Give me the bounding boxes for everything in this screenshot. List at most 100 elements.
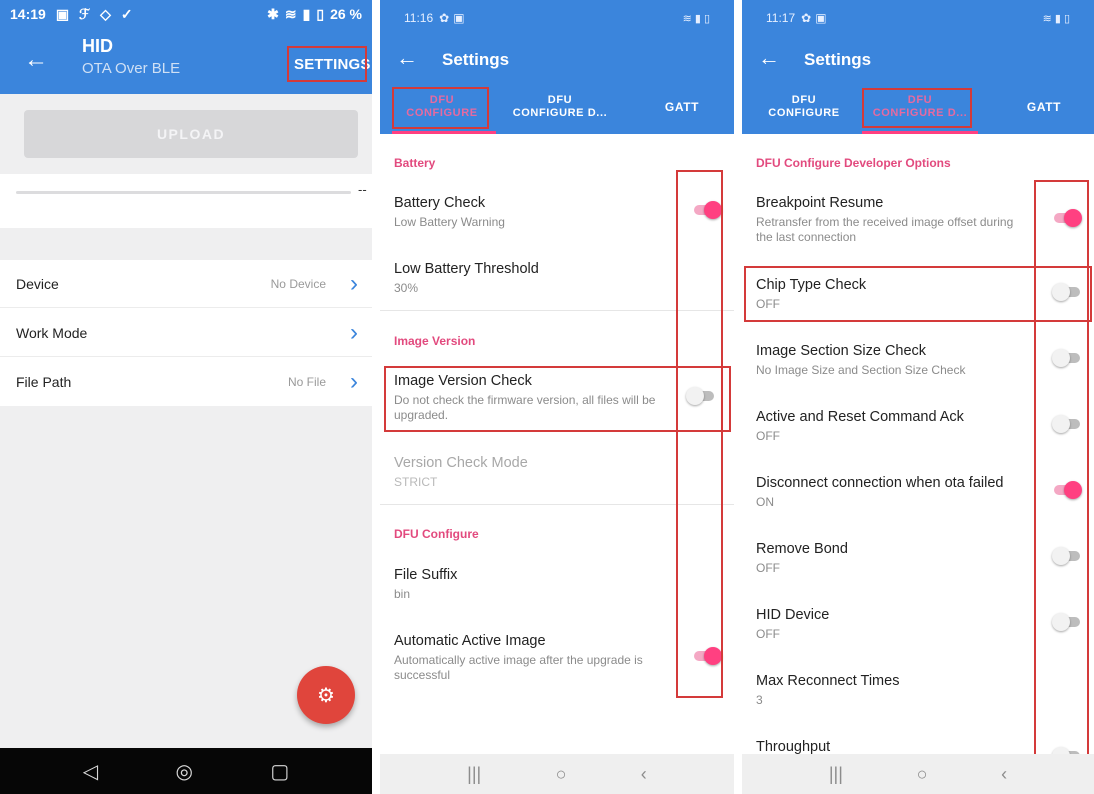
tab-gatt[interactable]: GATT [1004,101,1084,114]
back-arrow-icon[interactable]: ← [758,46,780,70]
bluetooth-icon: ✱ [267,5,279,22]
recents-lines-icon[interactable]: ||| [467,764,481,785]
chevron-right-icon: › [350,368,358,395]
chevron-right-icon: › [350,269,358,297]
list-item-file-path[interactable]: File Path No File › [0,358,372,406]
tab-bar: DFU CONFIGURE DFU CONFIGURE D... GATT [380,84,734,134]
pref-active-reset-command-ack[interactable]: Active and Reset Command Ack OFF [756,408,1026,444]
pref-breakpoint-resume[interactable]: Breakpoint Resume Retransfer from the re… [756,194,1026,245]
pref-battery-check[interactable]: Battery Check Low Battery Warning [394,194,674,230]
sync-icon: ◇ [100,5,111,22]
status-time: 11:17 [766,11,796,25]
pref-title: Version Check Mode [394,455,528,471]
list-item-label: Work Mode [16,324,88,341]
battery-icon: ▯ [316,5,325,22]
tab-bar: DFU CONFIGURE DFU CONFIGURE D... GATT [742,84,1094,134]
pref-remove-bond[interactable]: Remove Bond OFF [756,540,1026,576]
upload-area: UPLOAD [0,94,372,174]
pref-automatic-active-image[interactable]: Automatic Active Image Automatically act… [394,632,674,683]
config-list: Device No Device › Work Mode › File Path… [0,260,372,406]
pref-title: Remove Bond [756,541,848,557]
phone-settings-dfu-configure: 11:16 ✿ ▣ ≋ ▮ ▯ ← Settings DFU CONFIGURE… [380,0,734,794]
list-item-device[interactable]: Device No Device › [0,260,372,308]
home-circle-icon[interactable]: ◎ [176,759,193,784]
highlight-box-image-version-check [384,366,731,432]
gear-icon: ✿ [801,11,812,25]
gear-icon: ⚙ [317,684,335,707]
home-circle-icon[interactable]: ○ [917,764,928,785]
battery-percent: 26 % [330,6,362,22]
toolbar-title: Settings [442,50,510,69]
section-header-developer: DFU Configure Developer Options [756,156,951,170]
tab-label-line2: CONFIGURE D... [512,107,608,119]
pref-summary: STRICT [394,475,438,489]
back-chevron-icon[interactable]: ‹ [641,764,647,785]
chevron-right-icon: › [350,318,358,346]
section-header-dfu-configure: DFU Configure [394,527,479,541]
settings-fab[interactable]: ⚙ [297,666,355,724]
status-bar: 11:16 ✿ ▣ ≋ ▮ ▯ [380,0,734,36]
list-item-value: No Device [270,276,326,291]
back-triangle-icon[interactable]: ◁ [83,759,98,784]
pref-title: HID Device [756,607,830,623]
pref-low-battery-threshold[interactable]: Low Battery Threshold 30% [394,260,674,296]
section-header-battery: Battery [394,156,436,170]
highlight-box-settings [287,46,367,82]
tab-gatt[interactable]: GATT [642,101,722,114]
upload-button[interactable]: UPLOAD [24,110,358,158]
pref-title: Active and Reset Command Ack [756,409,964,425]
pref-summary: bin [394,587,411,601]
system-nav-bar: ||| ○ ‹ [380,754,734,794]
pref-summary: 30% [394,281,419,295]
status-time: 11:16 [404,11,434,25]
recents-lines-icon[interactable]: ||| [829,764,843,785]
pref-summary: No Image Size and Section Size Check [756,363,966,377]
app-notification-icon: ℱ [79,5,91,22]
toolbar-title: HID [82,36,113,56]
tab-dfu-configure[interactable]: DFU CONFIGURE [758,94,850,120]
image-notification-icon: ▣ [815,11,827,25]
pref-title: Max Reconnect Times [756,673,900,689]
home-circle-icon[interactable]: ○ [556,764,567,785]
pref-title: Automatic Active Image [394,633,546,649]
list-item-work-mode[interactable]: Work Mode › [0,309,372,357]
pref-hid-device[interactable]: HID Device OFF [756,606,1026,642]
signal-battery-icon: ≋ ▮ ▯ [682,12,710,25]
pref-disconnect-when-ota-failed[interactable]: Disconnect connection when ota failed ON [756,474,1046,510]
tab-dfu-configure-developer[interactable]: DFU CONFIGURE D... [502,94,618,120]
image-notification-icon: ▣ [55,5,70,22]
gear-icon: ✿ [439,11,450,25]
system-nav-bar: ||| ○ ‹ [742,754,1094,794]
back-arrow-icon[interactable]: ← [396,46,418,70]
pref-summary: OFF [756,561,780,575]
pref-title: File Suffix [394,567,458,583]
list-item-label: Device [16,275,59,292]
phone-settings-dfu-developer: 11:17 ✿ ▣ ≋ ▮ ▯ ← Settings DFU CONFIGURE… [742,0,1094,794]
pref-image-section-size-check[interactable]: Image Section Size Check No Image Size a… [756,342,1026,378]
list-item-label: File Path [16,374,72,390]
pref-title: Breakpoint Resume [756,195,884,211]
pref-summary: Retransfer from the received image offse… [756,215,1014,244]
download-done-icon: ✓ [120,5,133,22]
pref-title: Image Section Size Check [756,343,927,359]
back-chevron-icon[interactable]: ‹ [1001,764,1007,785]
toolbar-subtitle: OTA Over BLE [82,60,181,77]
back-arrow-icon[interactable]: ← [24,48,48,72]
pref-summary: Low Battery Warning [394,215,505,229]
app-toolbar: ← HID OTA Over BLE SETTINGS [0,28,372,94]
pref-file-suffix[interactable]: File Suffix bin [394,566,674,602]
app-toolbar: ← Settings [742,36,1094,84]
status-time: 14:19 [10,6,46,22]
wifi-icon: ≋ [284,5,297,22]
recents-square-icon[interactable]: ▢ [270,759,289,784]
app-toolbar: ← Settings [380,36,734,84]
pref-max-reconnect-times[interactable]: Max Reconnect Times 3 [756,672,1026,708]
system-nav-bar: ◁ ◎ ▢ [0,748,372,794]
highlight-box-switch-column [676,170,723,698]
pref-version-check-mode: Version Check Mode STRICT [394,454,674,490]
phone-ota-main: 14:19 ▣ ℱ ◇ ✓ ✱ ≋ ▮ ▯ 26 % ← HID OTA Ove… [0,0,372,794]
tab-label-line2: CONFIGURE [768,107,840,119]
pref-title: Disconnect connection when ota failed [756,475,1004,491]
tab-label-line1: GATT [1026,100,1062,114]
status-bar: 14:19 ▣ ℱ ◇ ✓ ✱ ≋ ▮ ▯ 26 % [0,0,372,28]
